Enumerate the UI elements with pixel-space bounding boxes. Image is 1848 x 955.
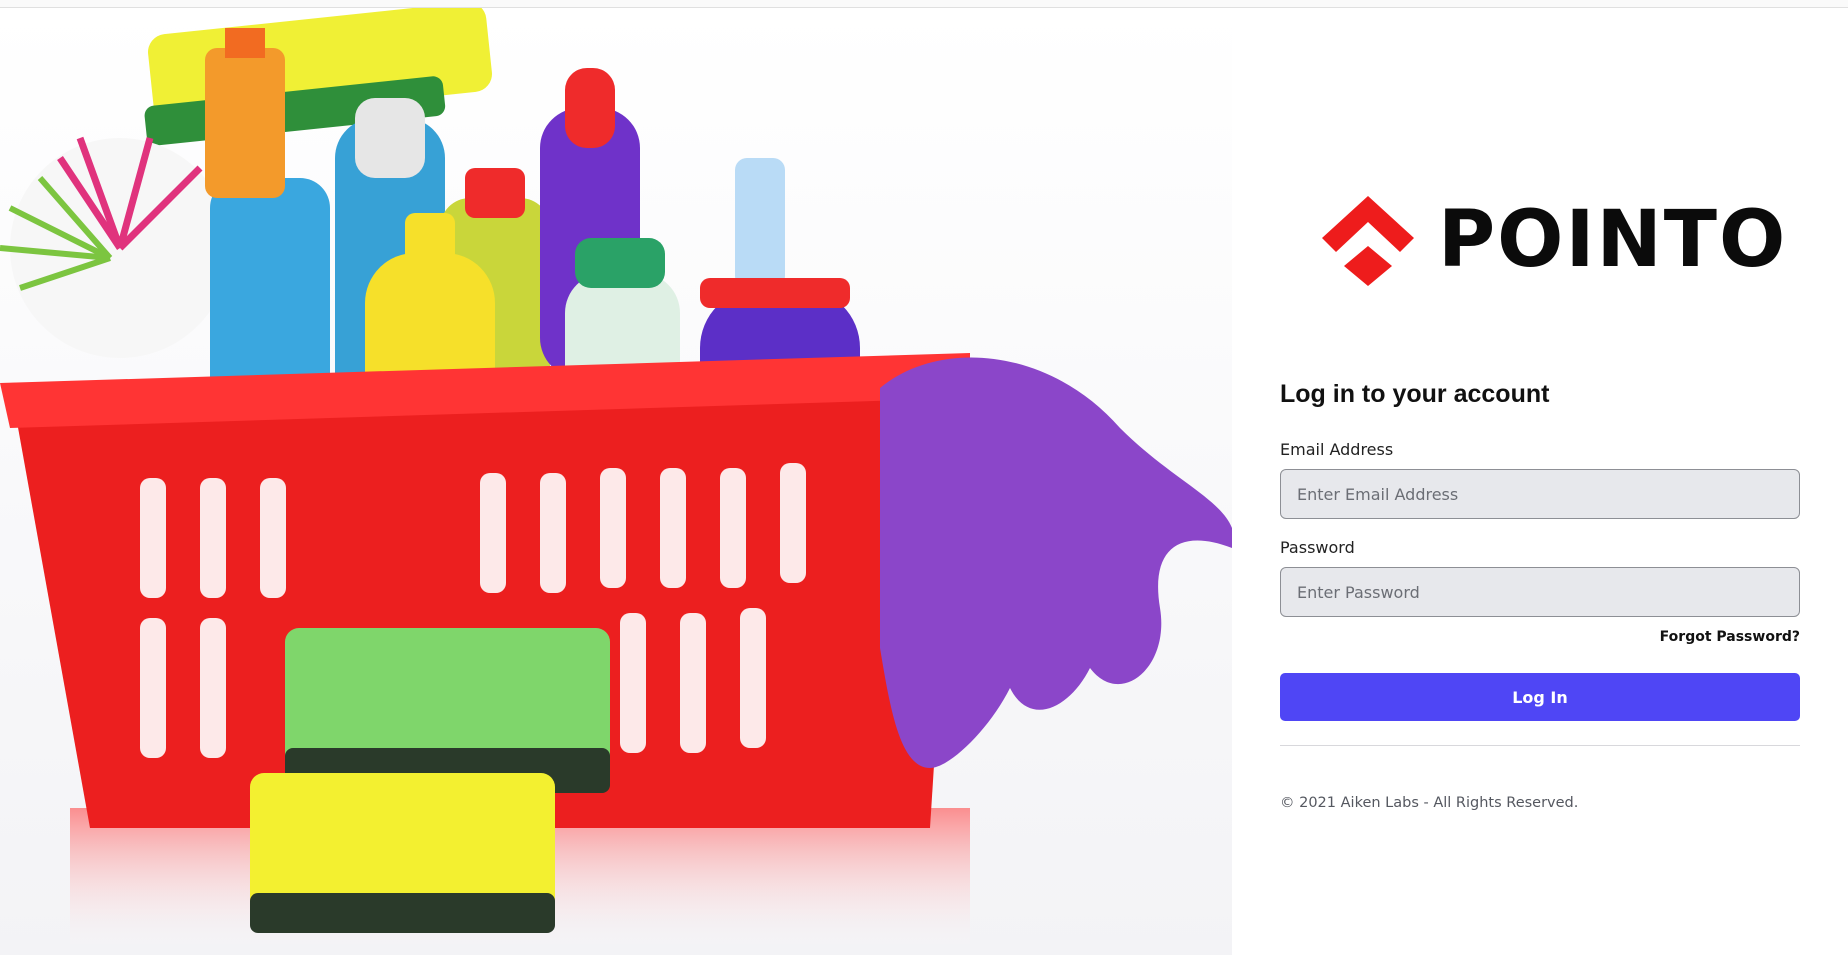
forgot-password-link[interactable]: Forgot Password?: [1660, 629, 1800, 645]
password-label: Password: [1280, 538, 1355, 557]
page-title: Log in to your account: [1280, 380, 1550, 408]
email-input[interactable]: [1280, 469, 1800, 519]
pointo-logo-mark-icon: [1322, 196, 1414, 286]
brand-name: POINTO: [1438, 195, 1788, 285]
hero-image: [0, 8, 1232, 955]
divider: [1280, 745, 1800, 746]
login-button[interactable]: Log In: [1280, 673, 1800, 721]
email-label: Email Address: [1280, 440, 1394, 459]
brand-logo: POINTO: [1320, 192, 1785, 288]
password-input[interactable]: [1280, 567, 1800, 617]
login-panel: POINTO Log in to your account Email Addr…: [1280, 0, 1800, 955]
copyright-text: © 2021 Aiken Labs - All Rights Reserved.: [1280, 795, 1579, 811]
cleaning-basket-illustration: [0, 8, 1232, 955]
